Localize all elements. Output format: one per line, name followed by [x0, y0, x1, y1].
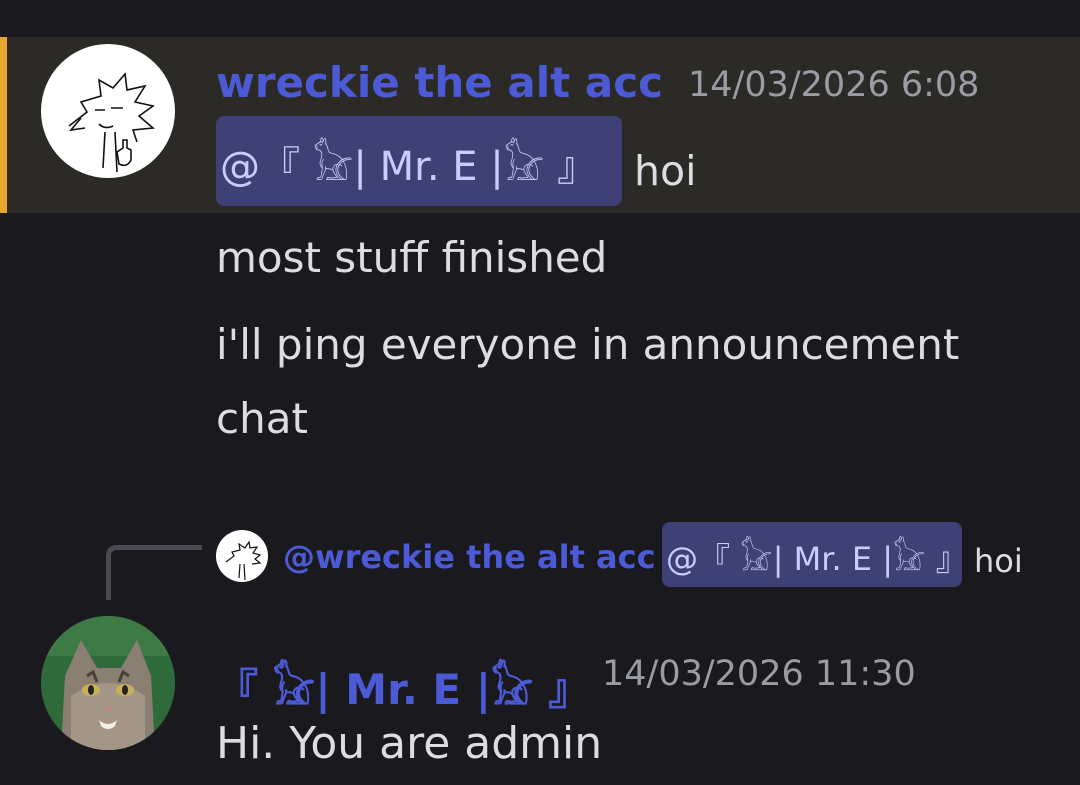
avatar-mr-e[interactable] — [41, 616, 175, 750]
message-line: Hi. You are admin — [216, 718, 603, 769]
user-mention[interactable]: @『 𓃠| Mr. E |𓃠 』 — [216, 116, 622, 206]
message-timestamp: 14/03/2026 11:30 — [602, 654, 916, 694]
message-line: chat — [216, 394, 308, 443]
chat-view: wreckie the alt acc 14/03/2026 6:08 @『 𓃠… — [0, 0, 1080, 785]
avatar-drawing — [68, 72, 155, 173]
reply-author[interactable]: @wreckie the alt acc — [283, 538, 656, 576]
message-timestamp: 14/03/2026 6:08 — [688, 65, 980, 105]
message-line: i'll ping everyone in announcement — [216, 320, 960, 369]
reply-avatar-drawing — [225, 540, 262, 581]
cat-photo-icon — [41, 616, 175, 750]
avatar-wreckie[interactable] — [41, 44, 175, 178]
message-line: most stuff finished — [216, 233, 608, 282]
message-text: hoi — [634, 147, 697, 195]
message-author[interactable]: 『 𓃠| Mr. E |𓃠 』 — [216, 648, 590, 718]
reply-avatar[interactable] — [216, 530, 268, 582]
reply-connector-line — [106, 545, 202, 600]
reply-user-mention[interactable]: @『 𓃠| Mr. E |𓃠 』 — [662, 522, 968, 587]
reply-preview-text: hoi — [974, 542, 1023, 580]
mention-indicator-bar — [0, 37, 7, 213]
message-author[interactable]: wreckie the alt acc — [216, 58, 663, 107]
